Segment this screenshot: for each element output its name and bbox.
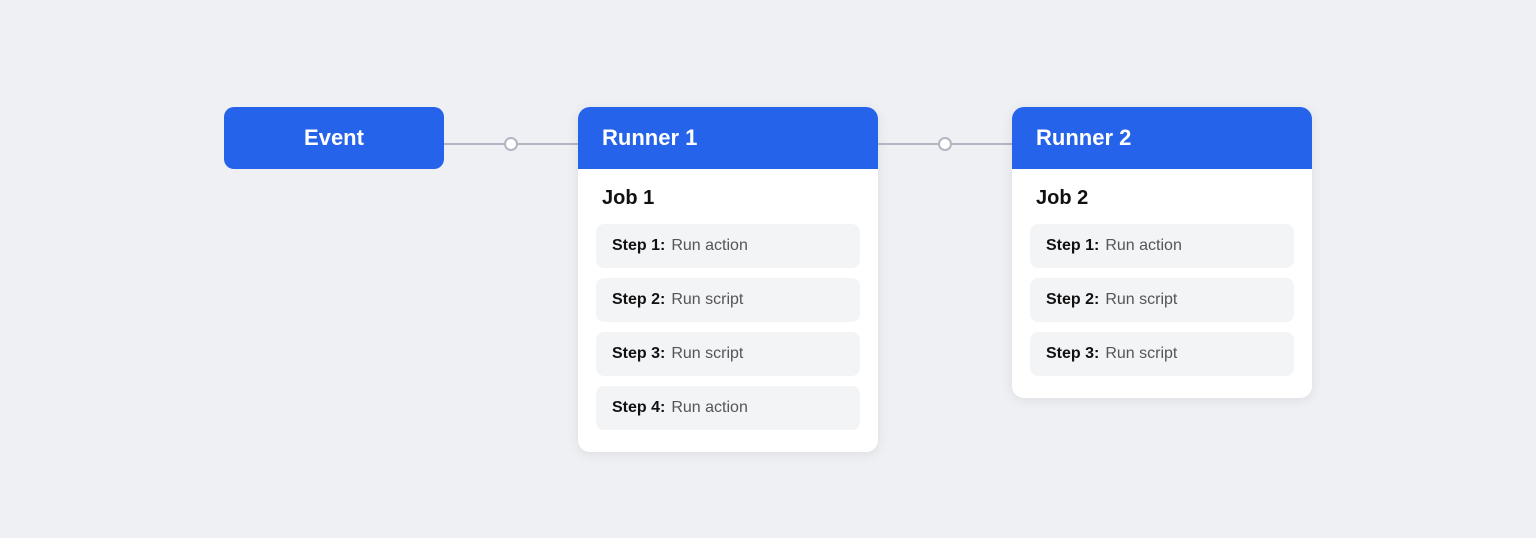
runner1-step3-label: Step 3: [612, 345, 665, 363]
connector-dot-1 [504, 137, 518, 151]
runner1-step4-label: Step 4: [612, 399, 665, 417]
runner2-step-1: Step 1: Run action [1030, 224, 1294, 268]
runner2-step1-label: Step 1: [1046, 237, 1099, 255]
runner1-step1-label: Step 1: [612, 237, 665, 255]
runner2-step-3: Step 3: Run script [1030, 332, 1294, 376]
runner1-step-4: Step 4: Run action [596, 386, 860, 430]
runner1-step-2: Step 2: Run script [596, 278, 860, 322]
runner1-group: Runner 1 Job 1 Step 1: Run action Step 2… [578, 107, 1012, 452]
runner2-card: Runner 2 Job 2 Step 1: Run action Step 2… [1012, 107, 1312, 398]
connector-dot-2 [938, 137, 952, 151]
event-node: Event [224, 107, 444, 169]
connector-line-1 [444, 143, 504, 145]
runner1-step-1: Step 1: Run action [596, 224, 860, 268]
runner1-step-3: Step 3: Run script [596, 332, 860, 376]
runner2-step2-value: Run script [1105, 291, 1177, 309]
workflow-diagram: Event Runner 1 Job 1 Step 1: Run action … [224, 87, 1312, 452]
runner2-step1-value: Run action [1105, 237, 1182, 255]
runner1-card: Runner 1 Job 1 Step 1: Run action Step 2… [578, 107, 878, 452]
runner2-step2-label: Step 2: [1046, 291, 1099, 309]
connector-event-runner1 [444, 137, 578, 151]
runner1-step4-value: Run action [671, 399, 748, 417]
runner2-header: Runner 2 [1012, 107, 1312, 169]
connector-line-4 [952, 143, 1012, 145]
runner1-step1-value: Run action [671, 237, 748, 255]
runner1-header: Runner 1 [578, 107, 878, 169]
runner1-body: Job 1 Step 1: Run action Step 2: Run scr… [578, 169, 878, 452]
runner2-group: Runner 2 Job 2 Step 1: Run action Step 2… [1012, 107, 1312, 398]
connector-runner1-runner2 [878, 137, 1012, 151]
runner2-title: Runner 2 [1036, 125, 1131, 151]
event-node-group: Event [224, 107, 578, 169]
runner1-job-title: Job 1 [596, 187, 860, 210]
runner2-job-title: Job 2 [1030, 187, 1294, 210]
runner1-step2-label: Step 2: [612, 291, 665, 309]
connector-line-3 [878, 143, 938, 145]
runner1-step3-value: Run script [671, 345, 743, 363]
runner2-step3-value: Run script [1105, 345, 1177, 363]
runner1-title: Runner 1 [602, 125, 697, 151]
runner2-body: Job 2 Step 1: Run action Step 2: Run scr… [1012, 169, 1312, 398]
connector-line-2 [518, 143, 578, 145]
runner2-step3-label: Step 3: [1046, 345, 1099, 363]
event-label: Event [304, 125, 364, 150]
runner2-step-2: Step 2: Run script [1030, 278, 1294, 322]
runner1-step2-value: Run script [671, 291, 743, 309]
